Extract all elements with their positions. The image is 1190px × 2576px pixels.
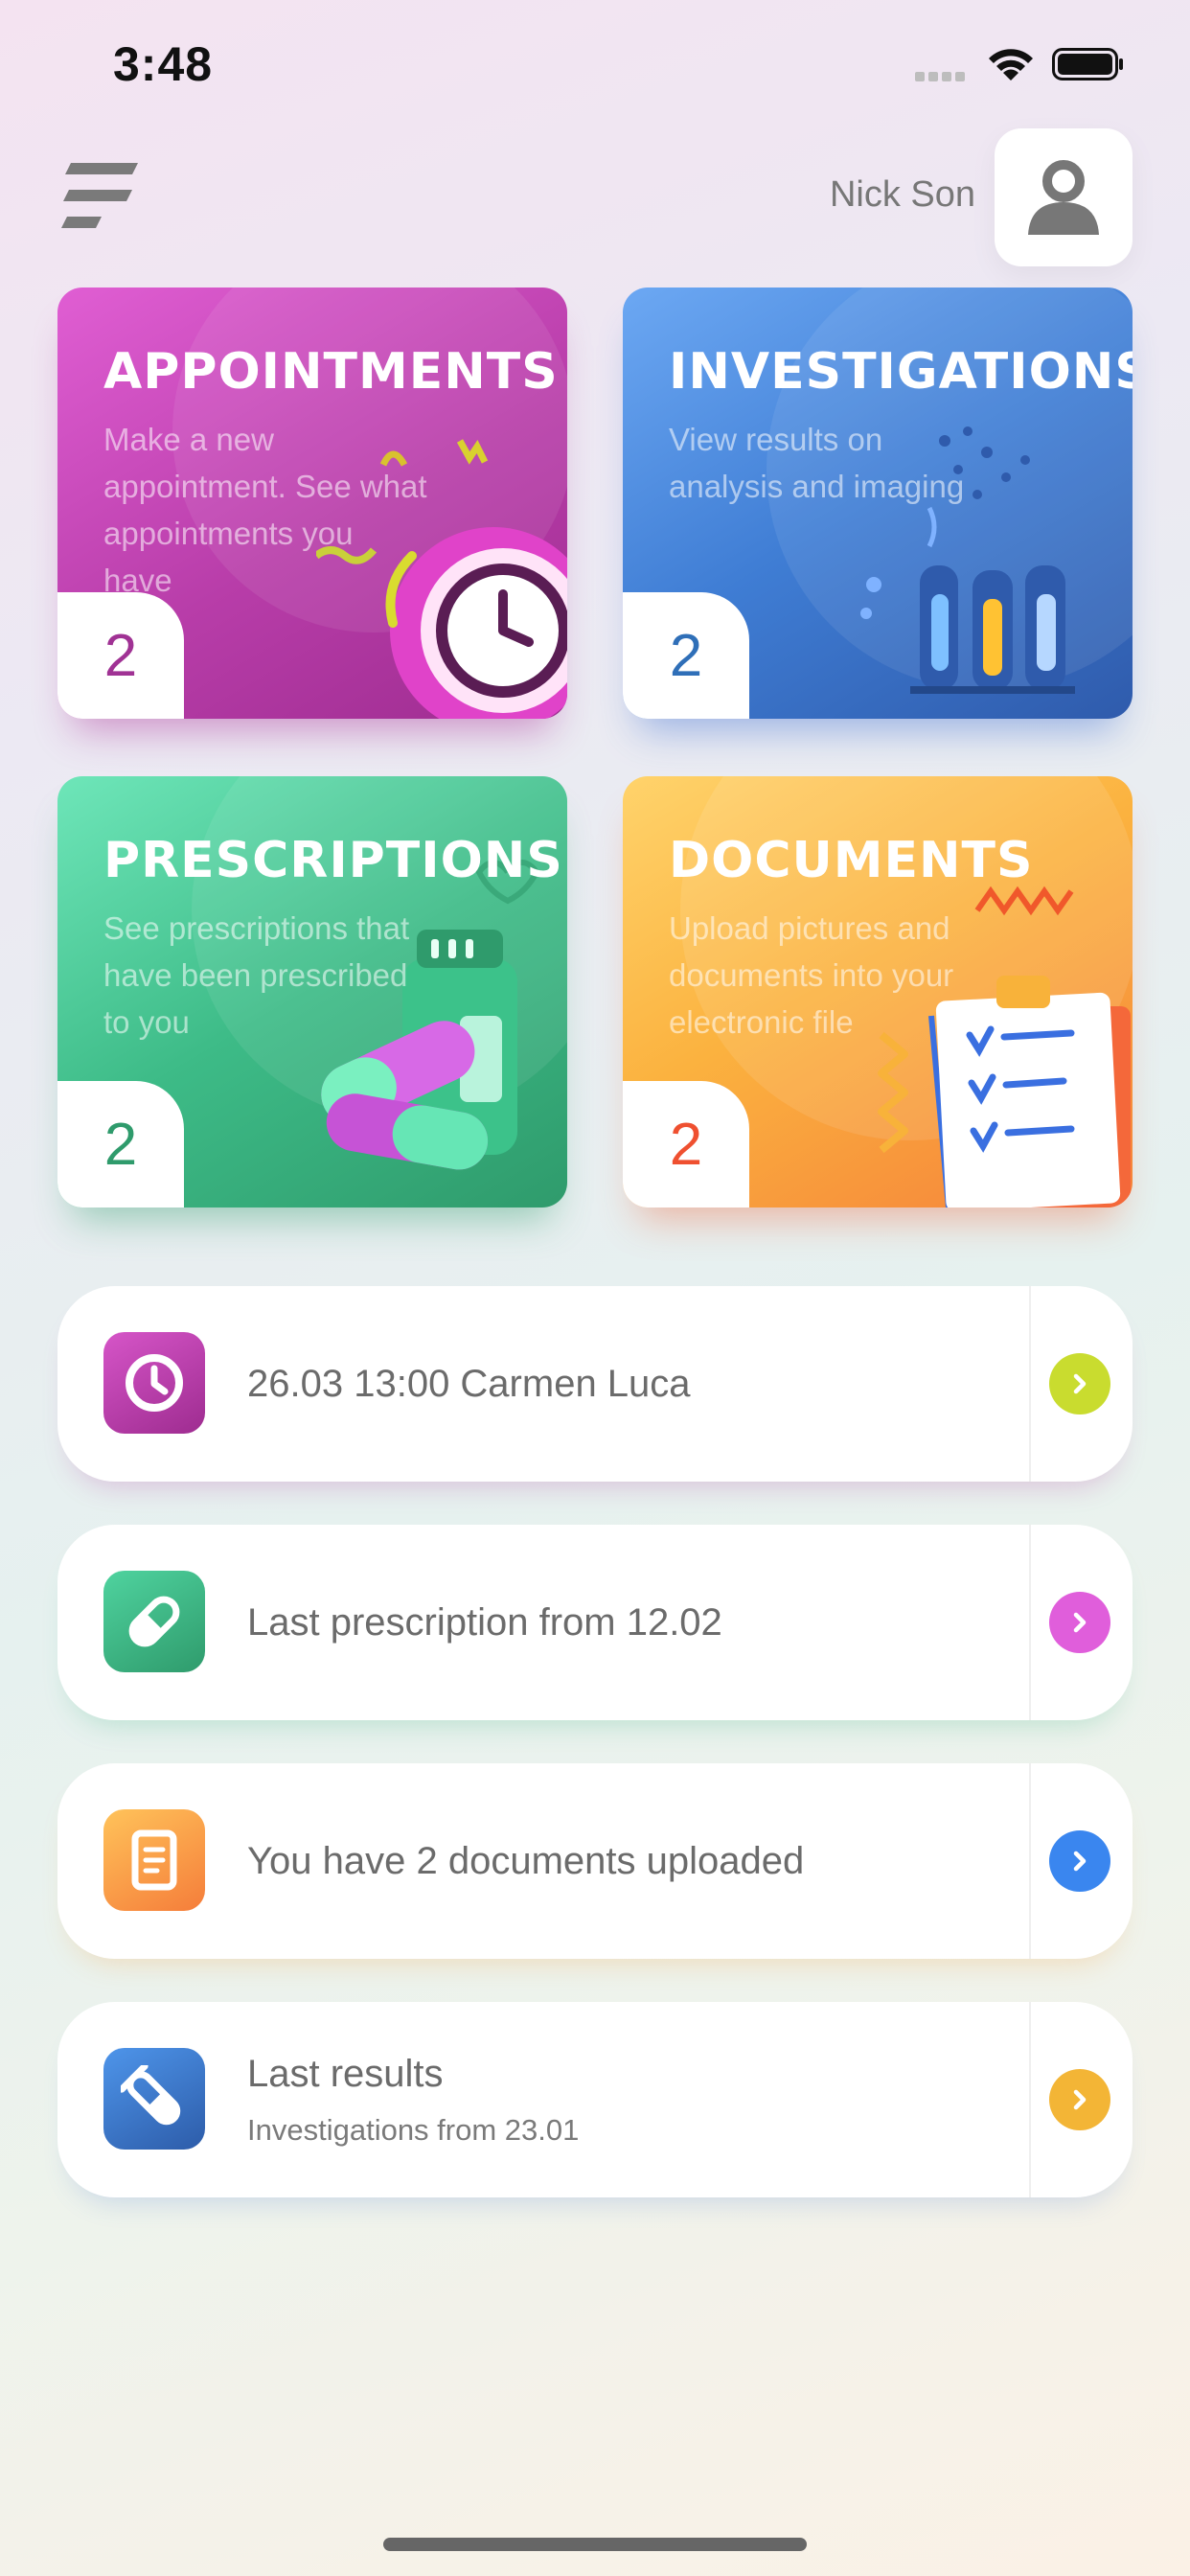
test-tube-icon: [103, 2048, 205, 2150]
divider: [1029, 1286, 1031, 1482]
card-title: APPOINTMENTS: [103, 343, 559, 401]
card-description: View results on analysis and imaging: [669, 422, 965, 504]
status-bar: 3:48: [0, 0, 1190, 134]
chevron-right-icon[interactable]: [1049, 2069, 1110, 2130]
card-description: Make a new appointment. See what appoint…: [103, 422, 427, 598]
battery-icon: [1052, 48, 1123, 80]
divider: [1029, 2002, 1031, 2197]
appointments-count: 2: [57, 592, 184, 719]
list-item-subtext: Investigations from 23.01: [247, 2112, 580, 2147]
clock-icon: [103, 1332, 205, 1434]
chevron-right-icon[interactable]: [1049, 1592, 1110, 1653]
appointments-card[interactable]: APPOINTMENTS Make a new appointment. See…: [57, 288, 567, 719]
investigations-card[interactable]: INVESTIGATIONS View results on analysis …: [623, 288, 1133, 719]
list-item-results[interactable]: Last results Investigations from 23.01: [57, 2002, 1133, 2197]
status-time: 3:48: [113, 37, 214, 91]
card-description: Upload pictures and documents into your …: [669, 910, 954, 1040]
documents-count: 2: [623, 1081, 749, 1208]
prescriptions-card[interactable]: PRESCRIPTIONS See prescriptions that hav…: [57, 776, 567, 1208]
chevron-right-icon[interactable]: [1049, 1353, 1110, 1414]
document-icon: [103, 1809, 205, 1911]
prescriptions-count: 2: [57, 1081, 184, 1208]
divider: [1029, 1763, 1031, 1959]
cellular-signal-icon: [915, 69, 969, 86]
pill-icon: [103, 1571, 205, 1672]
list-item-text: Last prescription from 12.02: [247, 1600, 722, 1644]
divider: [1029, 1525, 1031, 1720]
menu-icon[interactable]: [59, 153, 146, 245]
card-title: PRESCRIPTIONS: [103, 832, 563, 889]
card-description: See prescriptions that have been prescri…: [103, 910, 410, 1040]
list-item-appointment[interactable]: 26.03 13:00 Carmen Luca: [57, 1286, 1133, 1482]
profile-button[interactable]: [995, 128, 1133, 266]
documents-card[interactable]: DOCUMENTS Upload pictures and documents …: [623, 776, 1133, 1208]
home-indicator[interactable]: [383, 2538, 807, 2551]
list-item-documents[interactable]: You have 2 documents uploaded: [57, 1763, 1133, 1959]
chevron-right-icon[interactable]: [1049, 1830, 1110, 1892]
card-title: INVESTIGATIONS: [669, 343, 1133, 401]
user-name[interactable]: Nick Son: [830, 174, 975, 216]
user-icon: [1028, 160, 1099, 235]
wifi-icon: [989, 49, 1033, 80]
card-title: DOCUMENTS: [669, 832, 1034, 889]
list-item-text: 26.03 13:00 Carmen Luca: [247, 1362, 691, 1405]
list-item-text: You have 2 documents uploaded: [247, 1839, 805, 1882]
list-item-prescription[interactable]: Last prescription from 12.02: [57, 1525, 1133, 1720]
investigations-count: 2: [623, 592, 749, 719]
list-item-text: Last results: [247, 2052, 444, 2095]
